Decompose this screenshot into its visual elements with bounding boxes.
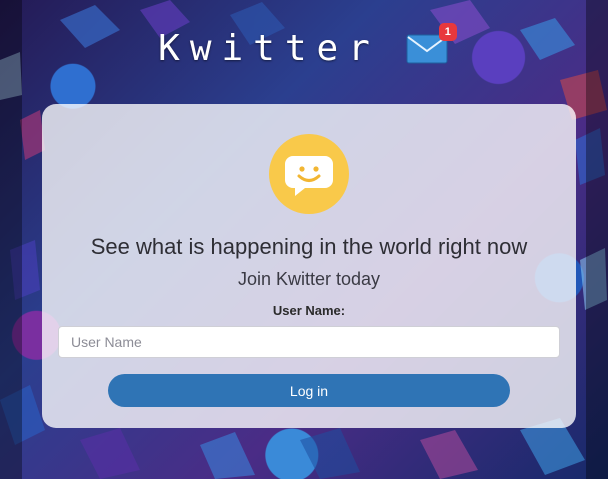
logo xyxy=(269,134,349,214)
notifications-button[interactable]: 1 xyxy=(406,23,457,65)
subheading: Join Kwitter today xyxy=(237,269,381,289)
smiley-chat-icon xyxy=(269,134,349,214)
login-button[interactable]: Log in xyxy=(108,374,510,407)
headline: See what is happening in the world right… xyxy=(90,234,528,259)
header: Kwitter 1 xyxy=(0,23,608,72)
username-label: User Name: xyxy=(272,303,346,318)
app-title: Kwitter xyxy=(158,27,380,69)
login-card: See what is happening in the world right… xyxy=(42,104,576,428)
username-input[interactable] xyxy=(58,326,560,358)
notification-badge: 1 xyxy=(438,23,457,41)
